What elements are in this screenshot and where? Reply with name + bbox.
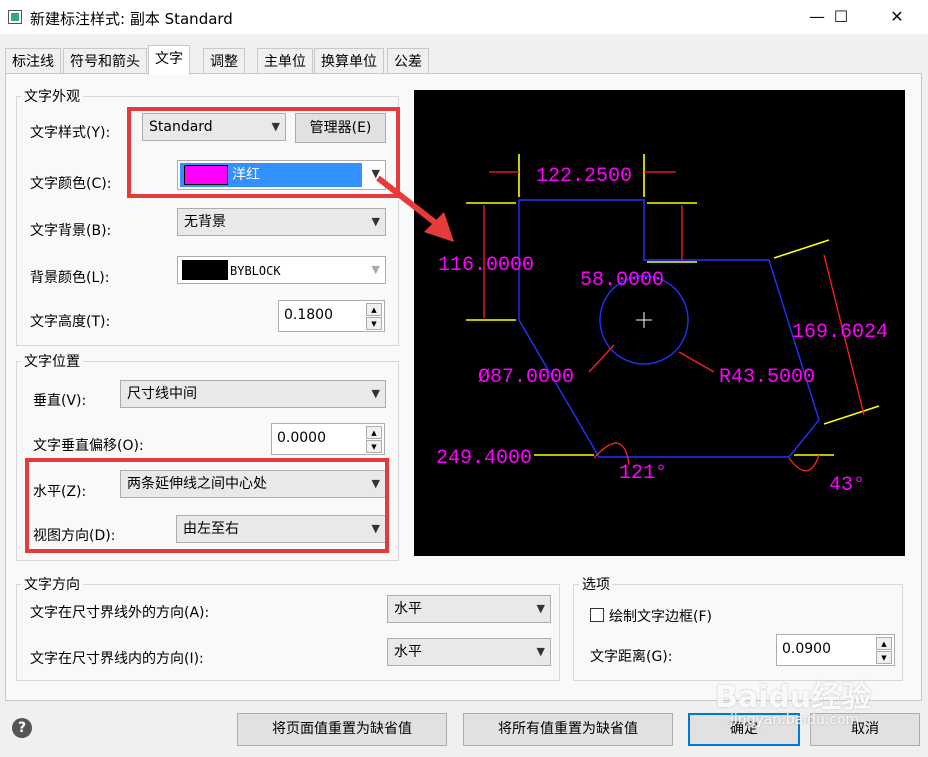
vertical-value: 尺寸线中间 [127, 386, 197, 402]
inside-direction-value: 水平 [394, 644, 422, 660]
help-icon[interactable]: ? [12, 718, 32, 738]
text-background-value: 无背景 [184, 214, 226, 230]
text-height-value: 0.1800 [284, 307, 333, 323]
draw-frame-label: 绘制文字边框(F) [609, 609, 712, 625]
decrement-icon[interactable]: ▼ [366, 440, 382, 453]
options-group [573, 584, 903, 681]
dim-label-diameter: Ø87.0000 [478, 366, 574, 389]
tab-lines[interactable]: 标注线 [5, 48, 61, 74]
dim-label-base: 249.4000 [436, 447, 532, 470]
chevron-down-icon: ▼ [536, 645, 545, 658]
window-title: 新建标注样式: 副本 Standard [30, 10, 233, 28]
text-position-legend: 文字位置 [21, 351, 83, 371]
tab-primary-units[interactable]: 主单位 [257, 48, 313, 74]
text-appearance-legend: 文字外观 [21, 86, 83, 106]
text-height-stepper[interactable]: 0.1800 ▲ ▼ [278, 300, 385, 332]
watermark-logo: Baidu经验 [715, 680, 872, 715]
tab-fit[interactable]: 调整 [203, 48, 245, 74]
highlight-box-style-color [127, 107, 400, 198]
watermark-url: jingyan.baidu.com [730, 712, 860, 728]
chevron-down-icon: ▼ [371, 387, 380, 400]
vertical-label: 垂直(V): [33, 393, 87, 409]
reset-page-button[interactable]: 将页面值重置为缺省值 [237, 713, 447, 746]
dimension-preview: 122.2500 116.0000 58.0000 169.6024 Ø87.0… [414, 90, 905, 556]
options-legend: 选项 [579, 574, 613, 594]
background-color-value: BYBLOCK [230, 264, 281, 278]
increment-icon[interactable]: ▲ [366, 426, 382, 439]
background-color-select[interactable]: BYBLOCK ▼ [177, 256, 386, 284]
draw-frame-checkbox[interactable] [590, 608, 604, 622]
close-button[interactable]: ✕ [874, 0, 920, 34]
dim-label-radius: R43.5000 [719, 366, 815, 389]
title-bar: 新建标注样式: 副本 Standard — ☐ ✕ [0, 0, 928, 34]
outside-direction-select[interactable]: 水平 ▼ [387, 595, 551, 623]
dim-label-slant: 169.6024 [792, 321, 888, 344]
tab-symbols-arrows[interactable]: 符号和箭头 [63, 48, 147, 74]
part-outline [518, 199, 820, 458]
highlight-box-position [25, 458, 389, 553]
angle-arc-right [788, 454, 820, 472]
inside-direction-select[interactable]: 水平 ▼ [387, 638, 551, 666]
text-distance-value: 0.0900 [782, 641, 831, 657]
background-color-label: 背景颜色(L): [30, 270, 110, 286]
text-distance-label: 文字距离(G): [590, 649, 673, 665]
maximize-button[interactable]: ☐ [818, 0, 864, 34]
dim-label-width: 122.2500 [536, 165, 632, 188]
dim-label-step: 58.0000 [580, 269, 664, 292]
outside-direction-value: 水平 [394, 601, 422, 617]
red-arrow-icon [376, 175, 454, 242]
text-background-label: 文字背景(B): [30, 223, 112, 239]
tab-tolerances[interactable]: 公差 [387, 48, 429, 74]
text-distance-stepper[interactable]: 0.0900 ▲ ▼ [776, 634, 895, 666]
decrement-icon[interactable]: ▼ [876, 651, 892, 664]
color-swatch [182, 260, 228, 280]
text-height-label: 文字高度(T): [30, 314, 111, 330]
vertical-offset-label: 文字垂直偏移(O): [33, 438, 144, 454]
dim-label-angle-right: 43° [829, 474, 865, 497]
app-icon [8, 10, 22, 24]
decrement-icon[interactable]: ▼ [366, 317, 382, 330]
text-color-label: 文字颜色(C): [30, 176, 112, 192]
vertical-select[interactable]: 尺寸线中间 ▼ [120, 380, 386, 408]
text-background-select[interactable]: 无背景 ▼ [177, 208, 386, 236]
reset-all-button[interactable]: 将所有值重置为缺省值 [463, 713, 673, 746]
preview-drawing: 122.2500 116.0000 58.0000 169.6024 Ø87.0… [436, 154, 888, 497]
chevron-down-icon: ▼ [371, 263, 380, 276]
dim-label-angle-left: 121° [619, 462, 667, 485]
tab-text[interactable]: 文字 [148, 45, 190, 75]
text-direction-legend: 文字方向 [21, 574, 83, 594]
outside-direction-label: 文字在尺寸界线外的方向(A): [30, 605, 210, 621]
tab-alternate-units[interactable]: 换算单位 [314, 48, 384, 74]
increment-icon[interactable]: ▲ [366, 303, 382, 316]
vertical-offset-stepper[interactable]: 0.0000 ▲ ▼ [271, 423, 385, 455]
increment-icon[interactable]: ▲ [876, 637, 892, 650]
inside-direction-label: 文字在尺寸界线内的方向(I): [30, 651, 204, 667]
vertical-offset-value: 0.0000 [277, 430, 326, 446]
text-style-label: 文字样式(Y): [30, 125, 111, 141]
chevron-down-icon: ▼ [536, 602, 545, 615]
